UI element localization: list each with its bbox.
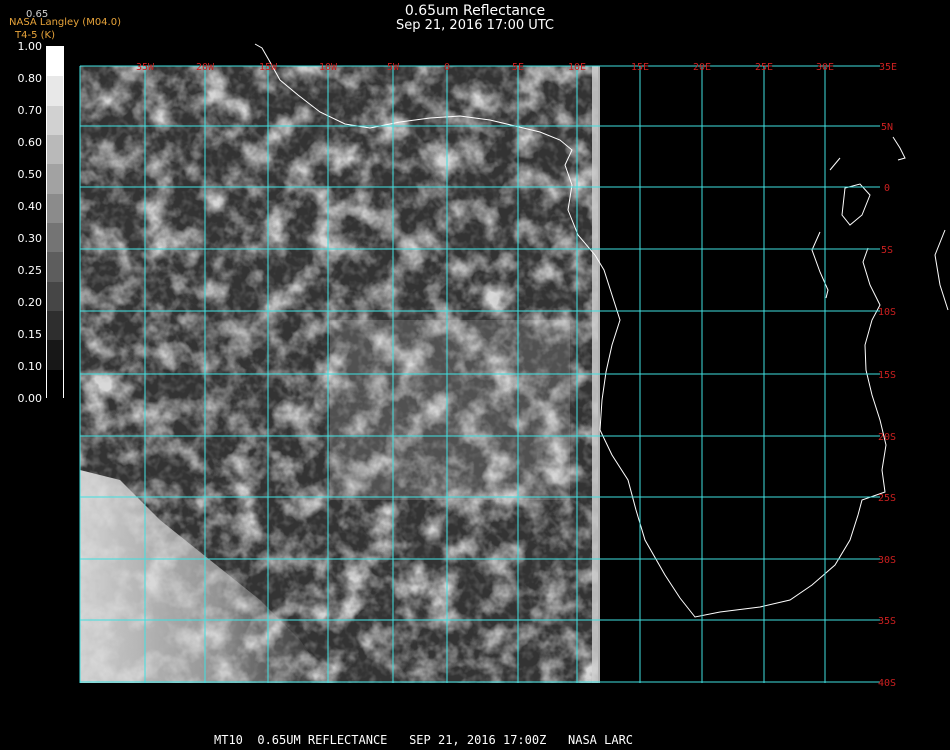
footer-text: MT10 0.65UM REFLECTANCE SEP 21, 2016 17:… (214, 733, 634, 747)
colorbar-label: 1.00 (17, 40, 43, 53)
latitude-label: 30S (878, 555, 896, 566)
longitude-label: 25E (755, 62, 773, 73)
latitude-label: 40S (878, 678, 896, 689)
satellite-map: 35W 20W 15W 10W 5W 0 5E 10E 15E 20E 25E 30E 35E 5N 0 5S… (79, 43, 949, 689)
longitude-label: 15W (259, 62, 278, 73)
colorbar-label: 0.80 (17, 72, 43, 85)
latitude-label: 20S (878, 432, 896, 443)
colorbar-label: 0.20 (17, 296, 43, 309)
colorbar-label: 0.30 (17, 232, 43, 245)
latitude-label: 5N (881, 122, 893, 133)
colorbar-label: 0.50 (17, 168, 43, 181)
colorbar-label: 0.40 (17, 200, 43, 213)
latitude-label: 10S (878, 307, 896, 318)
longitude-label: 10W (319, 62, 338, 73)
colorbar-label: 0.25 (17, 264, 43, 277)
longitude-label: 20E (693, 62, 711, 73)
longitude-label: 5W (387, 62, 400, 73)
longitude-label: 10E (568, 62, 586, 73)
latitude-label: 5S (881, 245, 893, 256)
latitude-label: 35S (878, 616, 896, 627)
longitude-label: 5E (512, 62, 524, 73)
longitude-label: 35E (879, 62, 897, 73)
colorbar-label: 0.60 (17, 136, 43, 149)
longitude-label: 15E (631, 62, 649, 73)
colorbar-label: 0.10 (17, 360, 43, 373)
longitude-label: 30E (816, 62, 834, 73)
longitude-label: 20W (196, 62, 215, 73)
colorbar-label: 0.00 (17, 392, 43, 405)
longitude-label: 0 (444, 62, 450, 73)
latitude-label: 0 (884, 183, 890, 194)
longitude-label: 35W (136, 62, 155, 73)
latitude-label: 15S (878, 370, 896, 381)
colorbar-label: 0.15 (17, 328, 43, 341)
colorbar-label: 0.70 (17, 104, 43, 117)
latitude-label: 25S (878, 493, 896, 504)
